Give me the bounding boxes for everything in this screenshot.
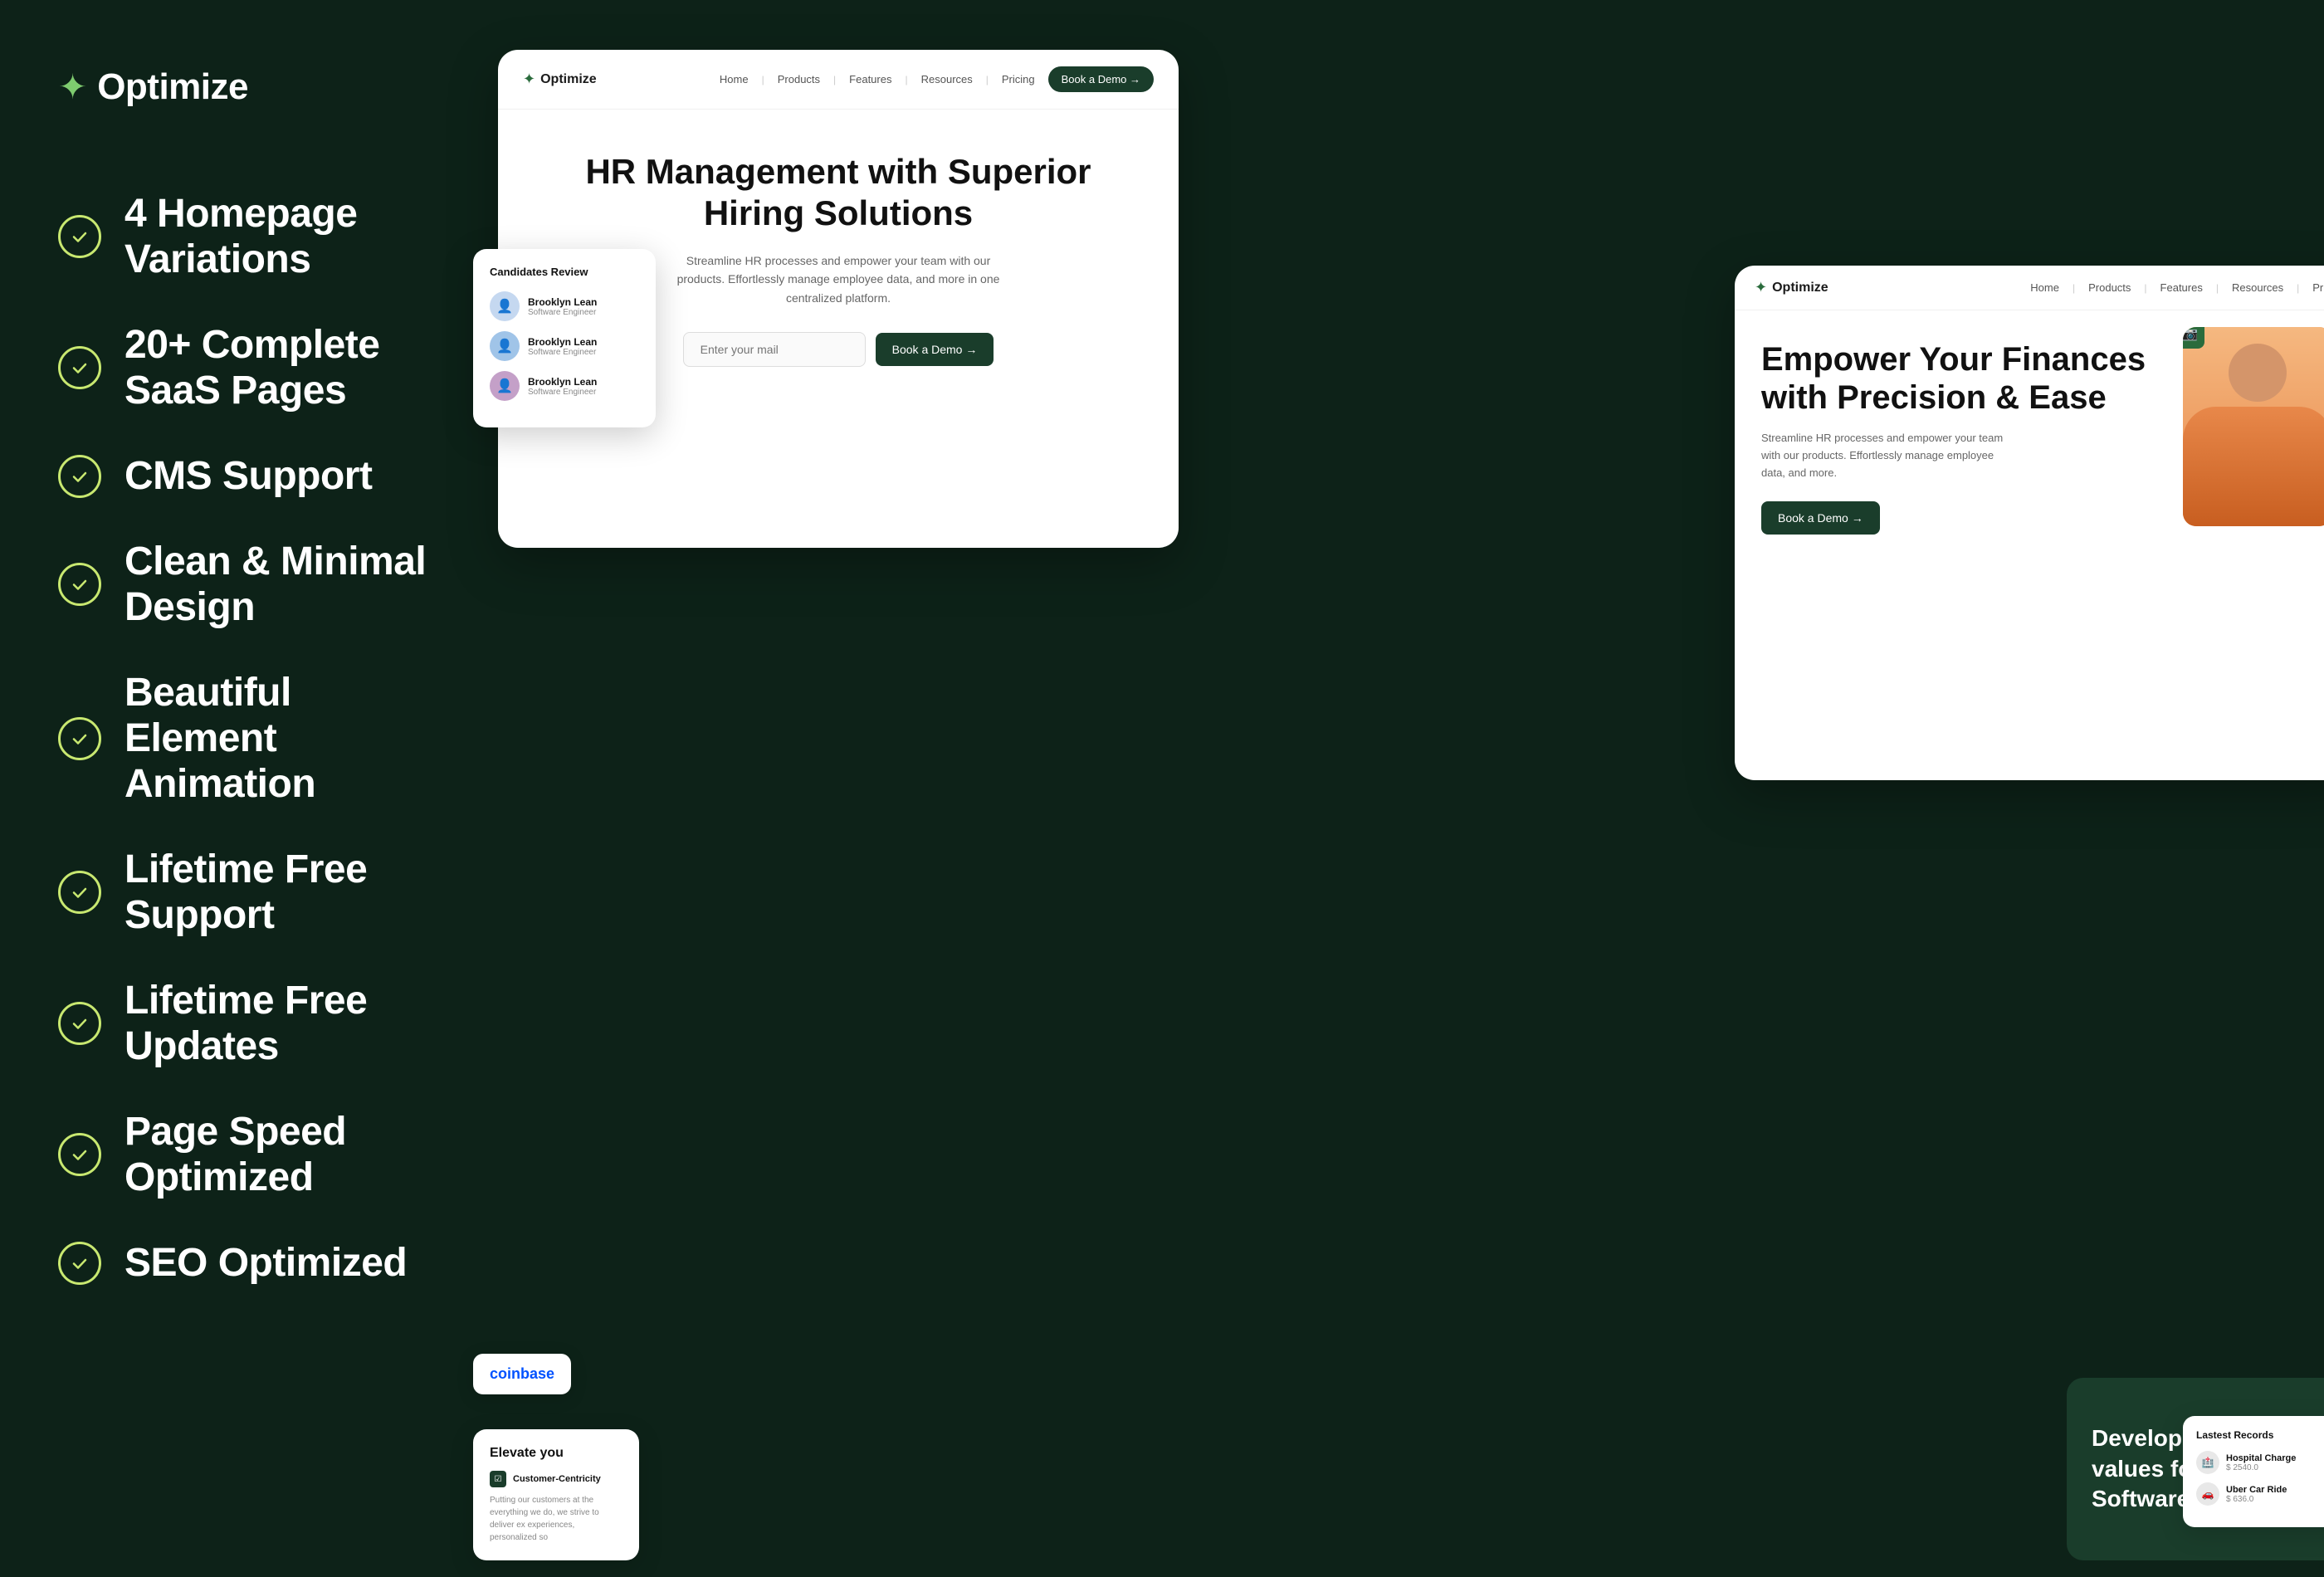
candidate-row-1: 👤 Brooklyn Lean Software Engineer	[490, 291, 639, 321]
finance-nav: ✦ Optimize Home | Products | Features | …	[1735, 266, 2324, 310]
record-icon-2: 🚗	[2196, 1482, 2219, 1506]
hr-nav-links: Home | Products | Features | Resources |…	[720, 66, 1154, 92]
hr-nav-logo: ✦ Optimize	[523, 71, 597, 88]
hr-nav-resources[interactable]: Resources	[921, 73, 973, 85]
elevate-title: Elevate you	[490, 1446, 622, 1461]
feature-label-free-updates: Lifetime Free Updates	[124, 978, 440, 1069]
feature-item-saas-pages: 20+ Complete SaaS Pages	[58, 322, 440, 413]
right-panel: ✦ Optimize Home | Products | Features | …	[498, 0, 2324, 1577]
finance-nav-pricing[interactable]: Pricing	[2312, 281, 2324, 294]
feature-item-free-updates: Lifetime Free Updates	[58, 978, 440, 1069]
hr-logo-icon: ✦	[523, 71, 535, 88]
check-icon-free-updates	[58, 1002, 101, 1045]
check-icon-seo	[58, 1242, 101, 1285]
finance-nav-home[interactable]: Home	[2030, 281, 2059, 294]
candidate-row-3: 👤 Brooklyn Lean Software Engineer	[490, 371, 639, 401]
camera-icon: 📷	[2183, 327, 2198, 342]
feature-label-homepage-variations: 4 Homepage Variations	[124, 191, 440, 282]
feature-item-free-support: Lifetime Free Support	[58, 847, 440, 938]
finance-nav-links: Home | Products | Features | Resources |…	[2030, 281, 2324, 294]
candidate-info-2: Brooklyn Lean Software Engineer	[528, 336, 597, 357]
person-silhouette	[2183, 327, 2324, 526]
check-icon-clean-design	[58, 563, 101, 606]
feature-item-animation: Beautiful Element Animation	[58, 670, 440, 807]
candidate-info-1: Brooklyn Lean Software Engineer	[528, 296, 597, 317]
candidate-row-2: 👤 Brooklyn Lean Software Engineer	[490, 331, 639, 361]
record-info-2: Uber Car Ride $ 636.0	[2226, 1485, 2287, 1504]
card-candidates: Candidates Review 👤 Brooklyn Lean Softwa…	[473, 249, 656, 427]
finance-nav-products[interactable]: Products	[2088, 281, 2131, 294]
hr-hero-subtitle: Streamline HR processes and empower your…	[664, 251, 1013, 307]
check-icon-homepage-variations	[58, 215, 101, 258]
hr-card-nav: ✦ Optimize Home | Products | Features | …	[498, 50, 1179, 110]
finance-nav-resources[interactable]: Resources	[2232, 281, 2283, 294]
candidate-avatar-1: 👤	[490, 291, 520, 321]
customer-badge: ☑ Customer-Centricity	[490, 1471, 622, 1487]
feature-list: 4 Homepage Variations 20+ Complete SaaS …	[58, 191, 440, 1286]
check-icon-free-support	[58, 871, 101, 914]
check-icon-saas-pages	[58, 346, 101, 389]
elevate-description: Putting our customers at the everything …	[490, 1494, 622, 1544]
finance-nav-logo: ✦ Optimize	[1755, 279, 1828, 296]
records-title: Lastest Records	[2196, 1429, 2324, 1441]
finance-logo-icon: ✦	[1755, 279, 1767, 296]
logos-bar: coinbase	[473, 1354, 571, 1394]
feature-item-clean-design: Clean & Minimal Design	[58, 539, 440, 630]
check-icon-cms-support	[58, 455, 101, 498]
feature-item-cms-support: CMS Support	[58, 453, 440, 499]
candidate-avatar-2: 👤	[490, 331, 520, 361]
record-icon-1: 🏥	[2196, 1451, 2219, 1474]
finance-nav-features[interactable]: Features	[2160, 281, 2203, 294]
card-elevate: Elevate you ☑ Customer-Centricity Puttin…	[473, 1429, 639, 1560]
feature-label-saas-pages: 20+ Complete SaaS Pages	[124, 322, 440, 413]
hr-nav-features[interactable]: Features	[849, 73, 891, 85]
feature-label-animation: Beautiful Element Animation	[124, 670, 440, 807]
record-info-1: Hospital Charge $ 2540.0	[2226, 1453, 2296, 1472]
record-row-1: 🏥 Hospital Charge $ 2540.0	[2196, 1451, 2324, 1474]
hr-nav-pricing[interactable]: Pricing	[1002, 73, 1035, 85]
candidates-title: Candidates Review	[490, 266, 639, 278]
customer-badge-icon: ☑	[490, 1471, 506, 1487]
feature-label-seo: SEO Optimized	[124, 1240, 407, 1286]
feature-item-page-speed: Page Speed Optimized	[58, 1109, 440, 1200]
hr-nav-home[interactable]: Home	[720, 73, 749, 85]
finance-logo-text: Optimize	[1772, 281, 1828, 295]
camera-badge: 📷	[2183, 327, 2204, 349]
record-row-2: 🚗 Uber Car Ride $ 636.0	[2196, 1482, 2324, 1506]
person-head	[2229, 344, 2287, 402]
finance-hero-subtitle: Streamline HR processes and empower your…	[1761, 430, 2010, 481]
check-icon-page-speed	[58, 1133, 101, 1176]
card-records: Lastest Records 🏥 Hospital Charge $ 2540…	[2183, 1416, 2324, 1527]
hr-nav-products[interactable]: Products	[778, 73, 820, 85]
feature-label-cms-support: CMS Support	[124, 453, 372, 499]
coinbase-logo: coinbase	[490, 1365, 554, 1383]
feature-item-seo: SEO Optimized	[58, 1240, 440, 1286]
feature-label-page-speed: Page Speed Optimized	[124, 1109, 440, 1200]
finance-image-container: 📷	[2183, 327, 2324, 779]
hr-nav-cta-button[interactable]: Book a Demo →	[1048, 66, 1154, 92]
logo-icon: ✦	[58, 70, 87, 105]
feature-label-free-support: Lifetime Free Support	[124, 847, 440, 938]
hr-logo-text: Optimize	[540, 72, 597, 87]
logo-text: Optimize	[97, 66, 248, 108]
hr-email-input[interactable]	[683, 332, 866, 367]
candidate-avatar-3: 👤	[490, 371, 520, 401]
left-panel: ✦ Optimize 4 Homepage Variations 20+ Com…	[0, 0, 498, 1577]
check-icon-animation	[58, 717, 101, 760]
finance-card-inner: Empower Your Finances with Precision & E…	[1735, 310, 2324, 779]
customer-badge-label: Customer-Centricity	[513, 1474, 601, 1484]
logo-area: ✦ Optimize	[58, 66, 440, 108]
feature-item-homepage-variations: 4 Homepage Variations	[58, 191, 440, 282]
finance-cta-button[interactable]: Book a Demo →	[1761, 501, 1880, 535]
candidate-info-3: Brooklyn Lean Software Engineer	[528, 376, 597, 397]
hr-hero-title: HR Management with Superior Hiring Solut…	[531, 151, 1145, 235]
hr-cta-button[interactable]: Book a Demo →	[876, 333, 994, 366]
finance-person-image: 📷	[2183, 327, 2324, 526]
finance-content: Empower Your Finances with Precision & E…	[1735, 310, 2183, 779]
finance-hero-title: Empower Your Finances with Precision & E…	[1761, 340, 2156, 417]
feature-label-clean-design: Clean & Minimal Design	[124, 539, 440, 630]
card-finance: ✦ Optimize Home | Products | Features | …	[1735, 266, 2324, 780]
